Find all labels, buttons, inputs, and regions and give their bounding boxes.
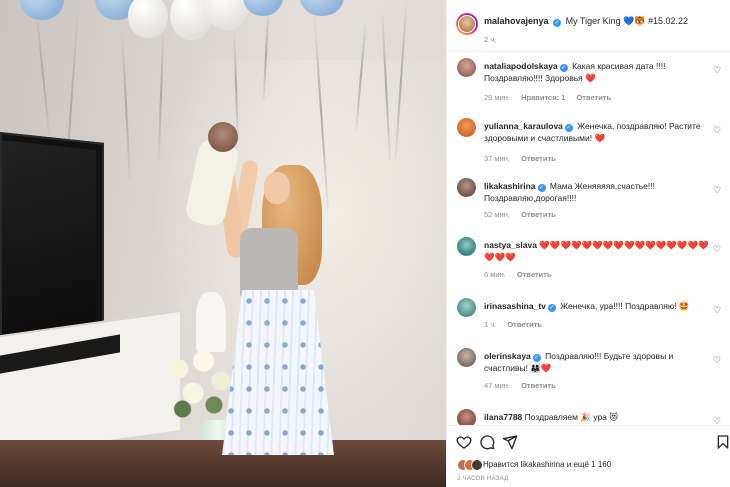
like-comment-heart-icon[interactable]: ♡: [713, 417, 722, 426]
blue-balloon: [20, 0, 64, 20]
comment-text: Поздравляем 🎉 ура 😻: [524, 412, 619, 422]
comment-icon[interactable]: [479, 434, 495, 450]
comment-likes-count[interactable]: Нравится: 1: [521, 93, 565, 102]
reply-button[interactable]: Ответить: [576, 93, 611, 102]
blue-balloon: [300, 0, 344, 16]
caption-time: 2 ч.: [484, 35, 497, 44]
comment-time: 29 мин.: [484, 93, 510, 102]
verified-badge-icon: ✓: [553, 19, 562, 27]
commenter-username[interactable]: nastya_slava: [484, 240, 537, 250]
commenter-username[interactable]: likakashirina: [484, 181, 536, 191]
comments-list[interactable]: nataliapodolskaya ✓ Какая красивая дата !…: [447, 53, 730, 425]
comment-item: yulianna_karaulova ✓ Женечка, поздравляю!…: [447, 118, 730, 163]
reply-button[interactable]: Ответить: [521, 381, 556, 390]
reply-button[interactable]: Ответить: [521, 210, 556, 219]
post-photo[interactable]: [0, 0, 446, 487]
comment-time: 52 мин.: [484, 210, 510, 219]
author-username[interactable]: malahovajenya: [484, 16, 549, 26]
balloon-ribbon: [35, 10, 51, 140]
author-avatar[interactable]: [456, 13, 478, 35]
like-comment-heart-icon[interactable]: ♡: [713, 306, 722, 315]
commenter-avatar[interactable]: [457, 298, 476, 317]
bookmark-icon[interactable]: [715, 434, 730, 450]
verified-badge-icon: ✓: [532, 354, 541, 362]
commenter-avatar[interactable]: [457, 178, 476, 197]
commenter-username[interactable]: olerinskaya: [484, 351, 531, 361]
verified-badge-icon: ✓: [559, 64, 568, 72]
comment-time: 6 мин.: [484, 270, 506, 279]
comment-item: nataliapodolskaya ✓ Какая красивая дата !…: [447, 58, 730, 103]
verified-badge-icon: ✓: [537, 184, 546, 192]
commenter-avatar[interactable]: [457, 58, 476, 77]
liker-avatar: [471, 459, 483, 471]
posted-time: 2 ЧАСОВ НАЗАД: [457, 476, 509, 482]
white-sculpture: [196, 292, 226, 352]
heart-outline-icon[interactable]: [456, 434, 472, 450]
comment-item: olerinskaya ✓ Поздравляю!!! Будьте здоров…: [447, 348, 730, 393]
commenter-username[interactable]: irinasashina_tv: [484, 301, 546, 311]
comment-item: ilana7788 Поздравляем 🎉 ура 😻 ♡: [447, 409, 730, 425]
balloon-ribbon: [121, 30, 131, 180]
commenter-username[interactable]: yulianna_karaulova: [484, 121, 563, 131]
like-comment-heart-icon[interactable]: ♡: [713, 356, 722, 365]
comment-time: 47 мин.: [484, 381, 510, 390]
like-comment-heart-icon[interactable]: ♡: [713, 66, 722, 75]
comment-item: nastya_slava ❤️❤️❤️❤️❤️❤️❤️❤️❤️❤️❤️❤️❤️❤…: [447, 237, 730, 282]
comment-time: 37 мин.: [484, 154, 510, 163]
white-balloon: [205, 0, 249, 30]
woman-top: [240, 228, 298, 298]
commenter-avatar[interactable]: [457, 237, 476, 256]
woman-face: [264, 172, 290, 204]
reply-button[interactable]: Ответить: [517, 270, 552, 279]
tv-cabinet: [0, 310, 180, 456]
comment-text: Женечка, ура!!!! Поздравляю! 🤩: [560, 301, 690, 311]
likes-text: Нравится likakashirina и ещё 1 160: [483, 460, 612, 469]
commenter-username[interactable]: ilana7788: [484, 412, 522, 422]
reply-button[interactable]: Ответить: [521, 154, 556, 163]
like-comment-heart-icon[interactable]: ♡: [713, 245, 722, 254]
caption-text: My Tiger King 💙🐯 #15.02.22: [565, 16, 689, 26]
post-sidebar: malahovajenya ✓ My Tiger King 💙🐯 #15.02.…: [446, 0, 730, 487]
commenter-avatar[interactable]: [457, 409, 476, 425]
post-actions: Нравится likakashirina и ещё 1 160 2 ЧАС…: [447, 425, 730, 487]
post-caption: malahovajenya ✓ My Tiger King 💙🐯 #15.02.…: [447, 0, 730, 52]
flower-bouquet: [165, 345, 235, 425]
like-comment-heart-icon[interactable]: ♡: [713, 126, 722, 135]
reply-button[interactable]: Ответить: [507, 320, 542, 329]
verified-badge-icon: ✓: [547, 304, 556, 312]
blue-balloon: [243, 0, 283, 16]
commenter-avatar[interactable]: [457, 118, 476, 137]
comment-item: likakashirina ✓ Мама Женяяяяя,счастье!!! …: [447, 178, 730, 223]
commenter-username[interactable]: nataliapodolskaya: [484, 61, 558, 71]
like-comment-heart-icon[interactable]: ♡: [713, 186, 722, 195]
paper-plane-icon[interactable]: [502, 434, 518, 450]
baby-head: [208, 122, 238, 152]
comment-time: 1 ч.: [484, 320, 497, 329]
verified-badge-icon: ✓: [564, 124, 573, 132]
comment-item: irinasashina_tv ✓ Женечка, ура!!!! Поздра…: [447, 298, 730, 338]
commenter-avatar[interactable]: [457, 348, 476, 367]
